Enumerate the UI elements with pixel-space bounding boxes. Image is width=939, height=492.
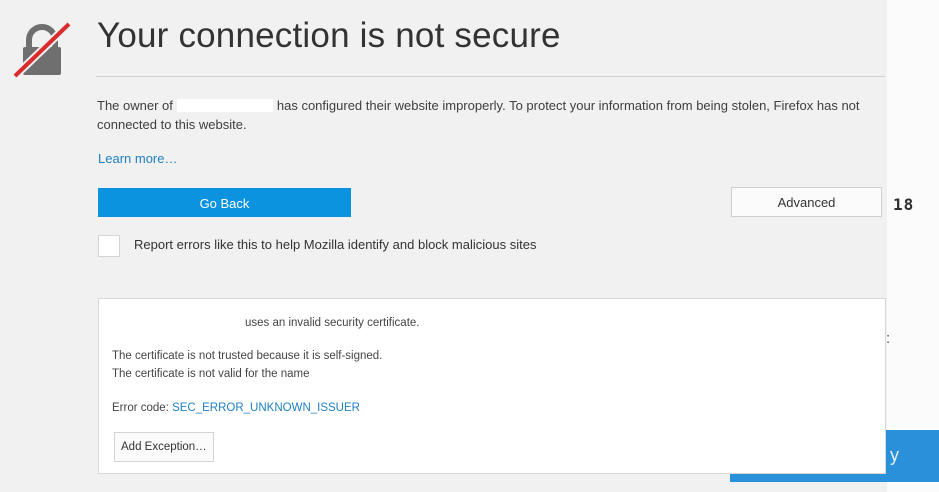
error-code-link[interactable]: SEC_ERROR_UNKNOWN_ISSUER xyxy=(172,402,360,414)
error-code-label: Error code: xyxy=(112,402,169,414)
go-back-button[interactable]: Go Back xyxy=(98,188,351,217)
redacted-hostname xyxy=(113,317,233,331)
redacted-hostname xyxy=(313,367,418,379)
error-page: y : 18 Your connection is not secure The… xyxy=(0,0,939,492)
report-errors-label: Report errors like this to help Mozilla … xyxy=(134,237,537,252)
certificate-invalid-name-text: The certificate is not valid for the nam… xyxy=(112,368,310,380)
learn-more-link[interactable]: Learn more… xyxy=(98,151,177,166)
description-prefix: The owner of xyxy=(97,98,173,113)
background-text-fragment: y xyxy=(890,445,899,465)
redacted-hostname xyxy=(176,99,273,112)
broken-lock-icon xyxy=(12,21,72,79)
error-code-line: Error code: SEC_ERROR_UNKNOWN_ISSUER xyxy=(112,402,360,414)
certificate-invalid-name-line: The certificate is not valid for the nam… xyxy=(112,367,418,380)
title-divider xyxy=(96,76,885,77)
right-edge-strip xyxy=(887,0,939,492)
report-errors-checkbox[interactable] xyxy=(98,235,120,257)
side-number: 18 xyxy=(893,195,915,214)
certificate-not-trusted-text: The certificate is not trusted because i… xyxy=(112,350,383,362)
page-title: Your connection is not secure xyxy=(97,16,561,55)
advanced-button[interactable]: Advanced xyxy=(731,187,882,217)
invalid-certificate-text: uses an invalid security certificate. xyxy=(245,317,420,329)
advanced-panel: uses an invalid security certificate. Th… xyxy=(98,298,886,474)
background-colon-fragment: : xyxy=(886,330,891,347)
error-description: The owner of has configured their website… xyxy=(97,96,877,134)
add-exception-button[interactable]: Add Exception… xyxy=(114,432,214,462)
